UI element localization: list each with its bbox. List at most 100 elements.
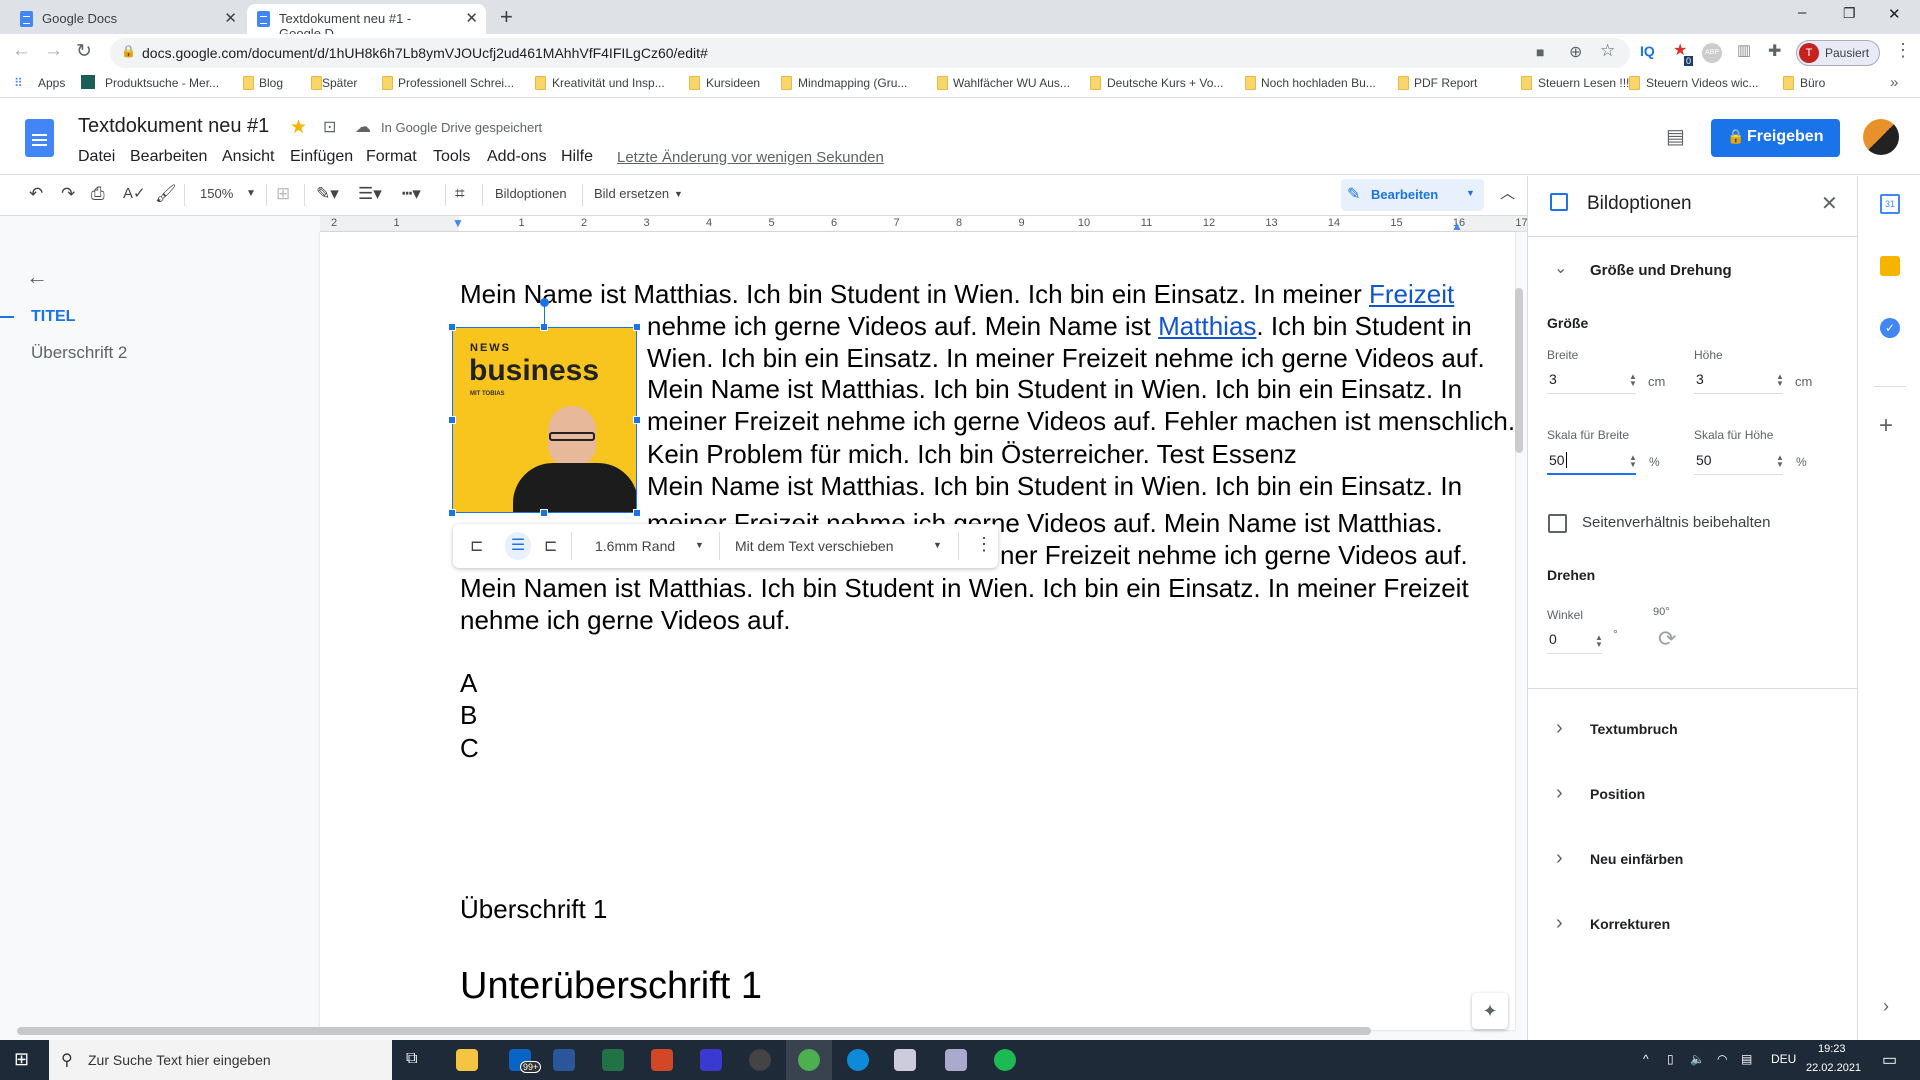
bookmark-apps[interactable]: Apps [38,76,65,90]
outline-item-ueberschrift-2[interactable]: Überschrift 2 [31,343,127,363]
windows-start-icon[interactable]: ⊞ [14,1049,29,1070]
back-arrow-icon[interactable]: ← [26,264,48,290]
spellcheck-icon[interactable]: A✓ [123,184,146,204]
bookmark-star-icon[interactable]: ☆ [1600,41,1615,61]
move-folder-icon[interactable]: ⊡ [323,117,336,137]
restore-button[interactable]: ❐ [1843,5,1856,22]
back-icon[interactable]: ← [12,40,31,62]
close-icon[interactable]: ✕ [1821,191,1838,216]
menu-hilfe[interactable]: Hilfe [561,148,593,166]
scale-width-input[interactable]: 50 [1547,449,1636,475]
chevron-right-icon[interactable]: › [1556,847,1563,870]
bookmark-item[interactable]: PDF Report [1414,76,1477,90]
margin-select[interactable]: 1.6mm Rand [595,538,675,554]
volume-icon[interactable]: 🔈 [1690,1052,1705,1066]
close-tab-icon[interactable]: ✕ [224,9,237,27]
menu-datei[interactable]: Datei [78,148,115,166]
app-icon[interactable] [700,1049,722,1071]
selected-image[interactable]: NEWS business MIT TOBIAS [452,327,637,513]
section-size-rotation[interactable]: Größe und Drehung [1590,262,1732,279]
menu-format[interactable]: Format [366,148,417,166]
scale-height-stepper[interactable]: ▲ ▼ [1776,454,1784,469]
angle-input[interactable]: 0 [1547,628,1602,654]
replace-image-button[interactable]: Bild ersetzen [594,184,669,204]
close-tab-icon[interactable]: ✕ [465,9,478,27]
zoom-select[interactable]: 150% [200,184,233,204]
bookmark-item[interactable]: Blog [259,76,283,90]
section-header[interactable]: Korrekturen [1590,916,1670,932]
bookmark-item[interactable]: Kreativität und Insp... [552,76,665,90]
section-header[interactable]: Textumbruch [1590,721,1678,737]
inline-wrap-icon[interactable]: ⊏ [470,536,483,556]
width-stepper[interactable]: ▲ ▼ [1629,373,1637,388]
position-select[interactable]: Mit dem Text verschieben [735,538,893,554]
more-bookmarks-button[interactable]: » [1890,74,1898,91]
chrome-icon[interactable] [798,1049,820,1071]
rotate-handle[interactable] [540,298,549,307]
menu-bearbeiten[interactable]: Bearbeiten [130,148,207,166]
add-comment-icon[interactable]: ⊞ [276,184,290,204]
spotify-icon[interactable] [994,1049,1016,1071]
powerpoint-icon[interactable] [651,1049,673,1071]
obs-icon[interactable] [749,1049,771,1071]
scale-width-stepper[interactable]: ▲ ▼ [1629,454,1637,469]
tab-textdokument[interactable]: Textdokument neu #1 - Google D ✕ [247,4,486,41]
bookmark-item[interactable]: Mindmapping (Gru... [798,76,907,90]
menu-einfuegen[interactable]: Einfügen [290,148,353,166]
keep-icon[interactable] [1880,256,1900,276]
grid-extension-icon[interactable]: ▥ [1737,41,1751,59]
chevron-right-icon[interactable]: › [1556,717,1563,740]
last-edit-link[interactable]: Letzte Änderung vor wenigen Sekunden [617,149,884,166]
file-explorer-icon[interactable] [456,1049,478,1071]
task-view-icon[interactable]: ⧉ [406,1050,417,1068]
bookmark-item[interactable]: Steuern Videos wic... [1646,76,1759,90]
adblock-icon[interactable]: ABP [1702,43,1722,63]
user-avatar[interactable] [1863,119,1899,155]
bookmark-item[interactable]: Kursideen [706,76,760,90]
zoom-icon[interactable]: ⊕ [1569,42,1582,62]
link-matthias[interactable]: Matthias [1158,311,1256,341]
document-title[interactable]: Textdokument neu #1 [78,115,269,138]
tab-google-docs[interactable]: Google Docs ✕ [10,4,245,34]
app-icon[interactable] [894,1049,916,1071]
edge-icon[interactable] [847,1049,869,1071]
bookmark-item[interactable]: Deutsche Kurs + Vo... [1107,76,1223,90]
wrap-text-icon[interactable]: ☰ [505,532,531,560]
more-options-icon[interactable]: ⋮ [975,534,993,555]
mode-select[interactable]: ✎ Bearbeiten ▼ [1341,179,1484,211]
notifications-icon[interactable]: ▭ [1882,1050,1897,1070]
collapse-menu-icon[interactable]: ︿ [1500,184,1515,204]
keyboard-icon[interactable]: ▤ [1741,1052,1752,1066]
bookmark-item[interactable]: Steuern Lesen !!!! [1538,76,1633,90]
right-indent-marker-icon[interactable]: ▲ [1451,219,1463,233]
chevron-right-icon[interactable]: › [1556,782,1563,805]
menu-tools[interactable]: Tools [433,148,470,166]
bookmark-item[interactable]: Später [322,76,357,90]
comments-icon[interactable]: ▤ [1666,124,1685,149]
menu-addons[interactable]: Add-ons [487,148,547,166]
puzzle-icon[interactable]: ✚ [1768,41,1781,61]
language-indicator[interactable]: DEU [1771,1052,1796,1066]
scale-height-input[interactable]: 50 [1694,449,1783,475]
link-freizeit[interactable]: Freizeit [1369,279,1454,309]
excel-icon[interactable] [602,1049,624,1071]
bookmark-item[interactable]: Produktsuche - Mer... [105,76,219,90]
border-dash-icon[interactable]: ┅▾ [402,184,421,204]
print-icon[interactable]: ⎙ [91,184,105,204]
height-input[interactable]: 3 [1694,368,1783,394]
border-weight-icon[interactable]: ☰▾ [358,184,382,204]
indent-marker-icon[interactable]: ▼ [452,216,464,230]
paint-format-icon[interactable]: 🖌 [155,184,177,204]
height-stepper[interactable]: ▲ ▼ [1776,373,1784,388]
word-icon[interactable] [553,1049,575,1071]
taskbar-search[interactable]: ⚲ Zur Suche Text hier eingeben [49,1040,392,1080]
share-button[interactable]: 🔒 Freigeben [1711,119,1840,157]
cloud-saved-icon[interactable]: ☁ [355,117,371,137]
chevron-down-icon[interactable]: ⌄ [1554,258,1567,278]
angle-stepper[interactable]: ▲ ▼ [1595,634,1603,649]
border-color-icon[interactable]: ✎▾ [316,184,339,204]
undo-icon[interactable]: ↶ [29,184,43,204]
chevron-down-icon[interactable]: ▼ [246,184,256,204]
break-text-icon[interactable]: ⊏ [544,536,557,556]
bookmark-item[interactable]: Wahlfächer WU Aus... [953,76,1070,90]
